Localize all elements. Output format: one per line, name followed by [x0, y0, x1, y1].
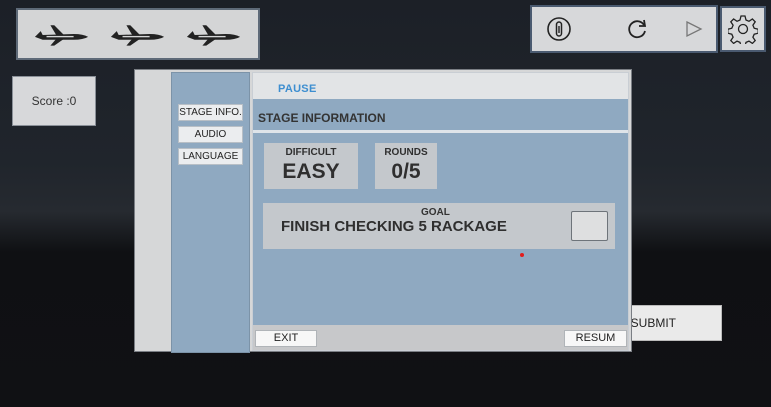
restart-button[interactable] — [614, 7, 660, 51]
menu-language[interactable]: LANGUAGE — [178, 148, 243, 165]
airplane-icon — [34, 25, 89, 46]
goal-checkbox — [571, 211, 608, 241]
game-toolbar — [530, 5, 718, 53]
cursor-marker — [520, 253, 524, 257]
goal-label: GOAL — [421, 207, 450, 218]
airplane-icon — [110, 25, 165, 46]
info-icon — [547, 17, 571, 41]
stage-info-panel: PAUSE STAGE INFORMATION DIFFICULT EASY R… — [252, 72, 629, 351]
resume-button[interactable]: RESUM — [564, 330, 627, 347]
settings-icon — [728, 15, 758, 44]
difficulty-card: DIFFICULT EASY — [264, 143, 358, 189]
rounds-value: 0/5 — [391, 160, 421, 183]
settings-button[interactable] — [720, 6, 766, 52]
airplane-icon — [186, 25, 241, 46]
play-button[interactable] — [670, 7, 716, 51]
dialog-footer: EXIT RESUM — [253, 325, 628, 350]
difficulty-label: DIFFICULT — [285, 147, 337, 158]
pause-dialog: STAGE INFO. AUDIO LANGUAGE PAUSE STAGE I… — [134, 69, 632, 353]
refresh-icon — [628, 19, 647, 39]
info-button[interactable] — [536, 7, 582, 51]
pause-header: PAUSE — [253, 73, 628, 99]
rounds-label: ROUNDS — [384, 147, 428, 158]
difficulty-value: EASY — [282, 160, 340, 183]
score-display: Score :0 — [12, 76, 96, 126]
menu-audio[interactable]: AUDIO — [178, 126, 243, 143]
rounds-card: ROUNDS 0/5 — [375, 143, 437, 189]
plane-status-bar — [16, 8, 260, 60]
exit-button[interactable]: EXIT — [255, 330, 317, 347]
menu-stage-info[interactable]: STAGE INFO. — [178, 104, 243, 121]
pause-title: PAUSE — [278, 83, 317, 95]
goal-text: FINISH CHECKING 5 RACKAGE — [281, 218, 507, 235]
stage-info-header: STAGE INFORMATION — [253, 100, 628, 133]
goal-card: GOAL FINISH CHECKING 5 RACKAGE — [263, 203, 615, 249]
play-icon — [686, 20, 703, 38]
stage-info-title: STAGE INFORMATION — [258, 111, 386, 125]
settings-menu: STAGE INFO. AUDIO LANGUAGE — [171, 72, 250, 353]
